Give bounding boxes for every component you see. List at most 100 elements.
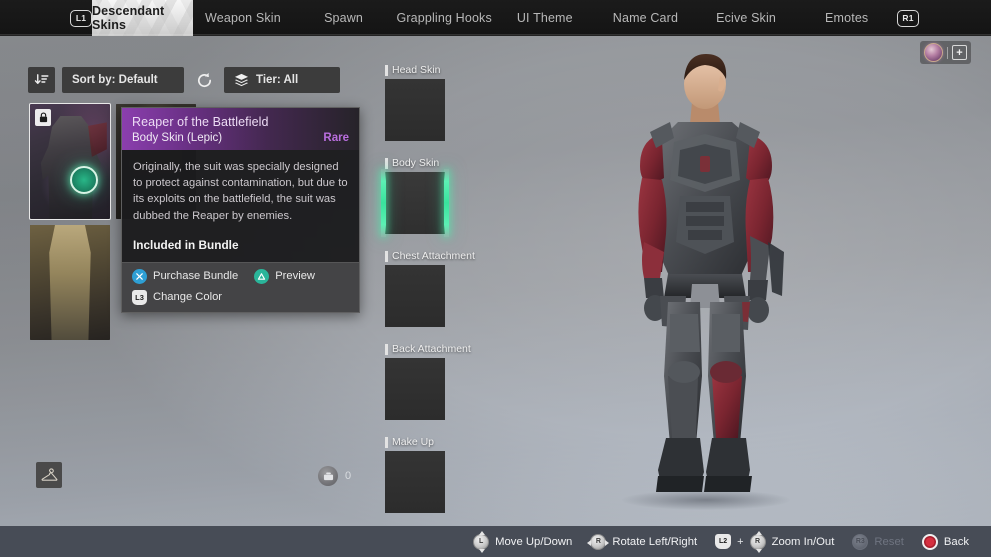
control-hint-bar: L Move Up/Down R Rotate Left/Right L2 + … <box>0 526 991 557</box>
currency-display[interactable]: + <box>920 41 971 64</box>
character-shadow <box>622 490 790 510</box>
currency-count: 0 <box>345 470 352 482</box>
layers-icon <box>234 73 249 87</box>
purchase-bundle-action[interactable]: Purchase Bundle <box>132 268 239 284</box>
slot-marker <box>385 64 388 76</box>
slot-thumbnail[interactable] <box>385 79 445 141</box>
refresh-icon[interactable] <box>191 67 217 93</box>
slot-label: Body Skin <box>392 157 440 169</box>
plus-separator: + <box>737 535 744 548</box>
sort-descending-icon[interactable] <box>28 67 55 93</box>
hint-label: Zoom In/Out <box>771 535 835 548</box>
l2-trigger-icon: L2 <box>715 534 732 549</box>
action-label: Purchase Bundle <box>153 270 239 283</box>
currency-icon <box>318 466 338 486</box>
selection-cursor-icon <box>70 166 98 194</box>
hint-label: Move Up/Down <box>495 535 573 548</box>
slot-marker <box>385 250 388 262</box>
tab-label: Spawn <box>324 11 364 25</box>
character-render <box>600 46 810 506</box>
slot-body-skin[interactable]: Body Skin <box>381 157 455 237</box>
tab-label: Descendant Skins <box>92 4 165 32</box>
hint-zoom-in-out[interactable]: L2 + R Zoom In/Out <box>715 530 835 553</box>
tab-ecive-skin[interactable]: Ecive Skin <box>696 0 797 36</box>
filter-toolbar: Sort by: Default Tier: All <box>28 67 340 93</box>
slot-thumbnail[interactable] <box>381 169 449 237</box>
slot-marker <box>385 436 388 448</box>
tooltip-actions: Purchase Bundle Preview L3 Change Color <box>122 261 359 312</box>
tab-name-card[interactable]: Name Card <box>595 0 696 36</box>
slot-chest-attachment[interactable]: Chest Attachment <box>385 250 475 327</box>
slot-label: Back Attachment <box>392 343 471 355</box>
top-tab-bar: L1 Descendant Skins Weapon Skin Spawn Gr… <box>0 0 991 36</box>
item-rarity-badge: Rare <box>323 132 349 144</box>
circle-button-icon <box>921 533 938 550</box>
hint-label: Rotate Left/Right <box>612 535 698 548</box>
tab-label: Emotes <box>825 11 869 25</box>
tab-label: Weapon Skin <box>205 11 281 25</box>
tab-spawn[interactable]: Spawn <box>293 0 394 36</box>
owned-currency: 0 <box>318 466 351 486</box>
slot-thumbnail[interactable] <box>385 265 445 327</box>
left-stick-updown-icon: L <box>473 530 490 553</box>
tier-filter-dropdown[interactable]: Tier: All <box>224 67 340 93</box>
tab-grappling-hooks[interactable]: Grappling Hooks <box>394 0 495 36</box>
wardrobe-button[interactable] <box>36 462 62 488</box>
hint-rotate-left-right[interactable]: R Rotate Left/Right <box>587 533 698 550</box>
sort-by-dropdown[interactable]: Sort by: Default <box>62 67 184 93</box>
item-subtitle: Body Skin (Lepic) <box>132 132 223 144</box>
slot-make-up[interactable]: Make Up <box>385 436 455 513</box>
triangle-button-icon <box>254 268 270 284</box>
hint-reset: R3 Reset <box>852 533 904 550</box>
tab-list: Descendant Skins Weapon Skin Spawn Grapp… <box>92 0 897 36</box>
tier-filter-label: Tier: All <box>256 74 299 86</box>
character-model[interactable] <box>600 46 810 510</box>
l1-bumper-icon[interactable]: L1 <box>70 9 92 27</box>
slot-thumbnail[interactable] <box>385 451 445 513</box>
bundle-heading: Included in Bundle <box>133 237 239 252</box>
action-label: Change Color <box>153 291 223 304</box>
preview-action[interactable]: Preview <box>254 268 316 284</box>
right-stick-leftright-icon: R <box>587 533 610 550</box>
item-card-reaper[interactable] <box>29 103 111 220</box>
item-thumbnail <box>30 225 110 340</box>
tooltip-body: Originally, the suit was specially desig… <box>122 150 359 262</box>
screen-root: L1 Descendant Skins Weapon Skin Spawn Gr… <box>0 0 991 557</box>
slot-thumbnail[interactable] <box>385 358 445 420</box>
hint-label: Reset <box>874 535 904 548</box>
item-detail-tooltip: Reaper of the Battlefield Body Skin (Lep… <box>121 107 360 313</box>
caliber-orb-icon <box>924 43 943 62</box>
tab-label: Grappling Hooks <box>396 11 492 25</box>
tab-weapon-skin[interactable]: Weapon Skin <box>193 0 294 36</box>
equip-slot-column: Head Skin Body Skin Chest Attachment Bac… <box>381 64 475 529</box>
tab-label: UI Theme <box>516 11 573 25</box>
tab-label: Ecive Skin <box>716 11 776 25</box>
right-stick-press-icon: R3 <box>852 533 869 550</box>
change-color-action[interactable]: L3 Change Color <box>132 289 223 305</box>
tab-descendant-skins[interactable]: Descendant Skins <box>92 0 193 36</box>
clothes-hanger-icon <box>41 467 57 481</box>
right-stick-icon: R <box>749 530 766 553</box>
hint-label: Back <box>943 535 969 548</box>
l3-button-icon: L3 <box>132 289 147 305</box>
tooltip-header: Reaper of the Battlefield Body Skin (Lep… <box>122 108 359 150</box>
slot-marker <box>385 343 388 355</box>
slot-label: Make Up <box>392 436 435 448</box>
hint-move-up-down[interactable]: L Move Up/Down <box>473 530 573 553</box>
slot-back-attachment[interactable]: Back Attachment <box>385 343 471 420</box>
divider <box>947 46 948 59</box>
tab-emotes[interactable]: Emotes <box>796 0 897 36</box>
r1-bumper-icon[interactable]: R1 <box>897 9 919 27</box>
action-label: Preview <box>275 270 316 283</box>
sort-by-label: Sort by: Default <box>72 74 158 86</box>
tab-ui-theme[interactable]: UI Theme <box>495 0 596 36</box>
slot-head-skin[interactable]: Head Skin <box>385 64 455 141</box>
slot-label: Chest Attachment <box>392 250 475 262</box>
hint-back[interactable]: Back <box>921 533 969 550</box>
slot-label: Head Skin <box>392 64 441 76</box>
tab-label: Name Card <box>612 11 679 25</box>
slot-marker <box>385 157 388 169</box>
item-description: Originally, the suit was specially desig… <box>133 161 348 222</box>
item-card-third[interactable] <box>30 225 110 340</box>
add-currency-button[interactable]: + <box>952 45 967 60</box>
